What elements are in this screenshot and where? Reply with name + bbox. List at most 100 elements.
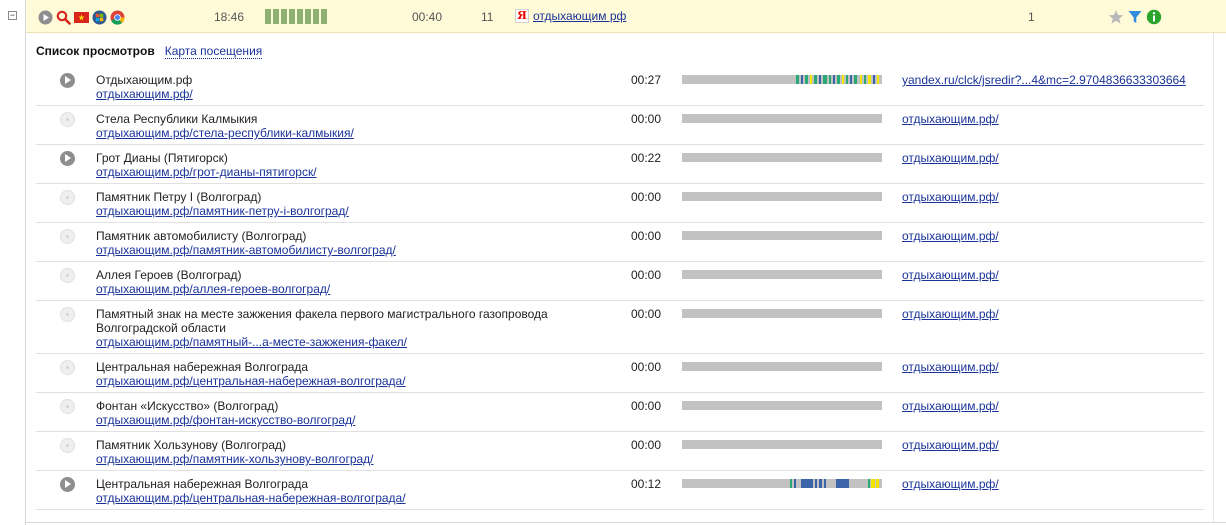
- chrome-icon: [110, 10, 125, 25]
- pageview-referrer-link[interactable]: отдыхающим.рф/: [902, 268, 999, 282]
- pageview-activity-bar: [682, 309, 882, 318]
- activity-bar: [265, 9, 271, 24]
- windows-icon: [92, 10, 107, 25]
- play-icon[interactable]: [60, 151, 75, 166]
- pageview-title: Стела Республики Калмыкия: [96, 112, 258, 126]
- pageview-time: 00:00: [631, 438, 662, 452]
- activity-segment: [846, 75, 848, 84]
- pageview-referrer-link[interactable]: отдыхающим.рф/: [902, 190, 999, 204]
- pageview-title: Фонтан «Искусство» (Волгоград): [96, 399, 279, 413]
- activity-segment: [850, 75, 852, 84]
- pageview-url-link[interactable]: отдыхающим.рф/грот-дианы-пятигорск/: [96, 165, 317, 179]
- pageview-title: Центральная набережная Волгограда: [96, 360, 309, 374]
- activity-segment: [823, 75, 827, 84]
- visit-source-link[interactable]: отдыхающим рф: [533, 9, 626, 23]
- pageview-activity-bar: [682, 440, 882, 449]
- pageview-row: Центральная набережная Волгограда отдыхаю…: [36, 354, 1204, 393]
- info-icon[interactable]: [1146, 9, 1162, 25]
- visit-source: Я отдыхающим рф: [515, 9, 626, 23]
- pageview-row: Аллея Героев (Волгоград) отдыхающим.рф/ал…: [36, 262, 1204, 301]
- pageview-referrer-link[interactable]: отдыхающим.рф/: [902, 477, 999, 491]
- pageview-title: Отдыхающим.рф: [96, 73, 193, 87]
- pageview-time: 00:00: [631, 229, 662, 243]
- pageview-url-link[interactable]: отдыхающим.рф/аллея-героев-волгоград/: [96, 282, 330, 296]
- collapse-toggle[interactable]: −: [8, 11, 17, 20]
- pageview-activity-bar: [682, 270, 882, 279]
- activity-segment: [860, 75, 862, 84]
- activity-segment: [796, 75, 799, 84]
- pageview-time: 00:00: [631, 112, 662, 126]
- pageview-referrer-link[interactable]: отдыхающим.рф/: [902, 360, 999, 374]
- content-edge: [1213, 33, 1214, 522]
- pageview-url-link[interactable]: отдыхающим.рф/фонтан-искусство-волгоград…: [96, 413, 355, 427]
- activity-bar: [305, 9, 311, 24]
- pageview-time: 00:00: [631, 268, 662, 282]
- tab-visit-map[interactable]: Карта посещения: [164, 44, 263, 59]
- activity-segment: [868, 479, 870, 488]
- visit-header[interactable]: 18:46 00:40 11 Я отдыхающим рф 1: [26, 0, 1226, 33]
- pageview-url-link[interactable]: отдыхающим.рф/памятный-...а-месте-зажжен…: [96, 335, 407, 349]
- pageview-url-link[interactable]: отдыхающим.рф/центральная-набережная-вол…: [96, 491, 406, 505]
- activity-segment: [873, 75, 875, 84]
- activity-segment: [876, 479, 879, 488]
- pageview-title: Грот Дианы (Пятигорск): [96, 151, 228, 165]
- filter-icon[interactable]: [1127, 9, 1143, 25]
- pageview-referrer-link[interactable]: отдыхающим.рф/: [902, 438, 999, 452]
- visit-activity-bars: [265, 9, 327, 24]
- activity-bar: [273, 9, 279, 24]
- pageview-activity-bar: [682, 479, 882, 488]
- pageview-title: Аллея Героев (Волгоград): [96, 268, 242, 282]
- activity-segment: [871, 479, 875, 488]
- vietnam-flag-icon: [74, 12, 89, 23]
- play-disabled-icon: [60, 112, 75, 127]
- pageview-row: Стела Республики Калмыкия отдыхающим.рф/с…: [36, 106, 1204, 145]
- pageview-title: Центральная набережная Волгограда: [96, 477, 309, 491]
- activity-segment: [794, 479, 796, 488]
- pageview-url-link[interactable]: отдыхающим.рф/центральная-набережная-вол…: [96, 374, 406, 388]
- search-icon: [56, 10, 71, 25]
- visit-count: 1: [1028, 10, 1035, 24]
- play-icon[interactable]: [60, 73, 75, 88]
- pageview-time: 00:00: [631, 360, 662, 374]
- play-icon[interactable]: [38, 10, 53, 25]
- visit-duration: 00:40: [412, 10, 443, 24]
- pageview-time: 00:00: [631, 190, 662, 204]
- pageview-row: Отдыхающим.рф отдыхающим.рф/00:27 yandex.r…: [36, 67, 1204, 106]
- pageview-time: 00:27: [631, 73, 662, 87]
- activity-segment: [833, 75, 835, 84]
- pageview-referrer-link[interactable]: отдыхающим.рф/: [902, 229, 999, 243]
- activity-segment: [819, 479, 822, 488]
- pageview-row: Фонтан «Искусство» (Волгоград) отдыхающим…: [36, 393, 1204, 432]
- activity-segment: [815, 479, 817, 488]
- bottom-divider: [26, 522, 1226, 523]
- pageview-referrer-link[interactable]: отдыхающим.рф/: [902, 307, 999, 321]
- play-disabled-icon: [60, 360, 75, 375]
- pageview-title: Памятник Петру I (Волгоград): [96, 190, 262, 204]
- pageview-url-link[interactable]: отдыхающим.рф/: [96, 87, 193, 101]
- visit-depth: 11: [481, 10, 494, 24]
- play-disabled-icon: [60, 307, 75, 322]
- pageview-url-link[interactable]: отдыхающим.рф/памятник-петру-i-волгоград…: [96, 204, 349, 218]
- pageview-activity-bar: [682, 153, 882, 162]
- star-icon[interactable]: [1108, 9, 1124, 25]
- pageview-url-link[interactable]: отдыхающим.рф/памятник-автомобилисту-вол…: [96, 243, 396, 257]
- activity-segment: [801, 479, 813, 488]
- pageview-title: Памятный знак на месте зажжения факела п…: [96, 307, 548, 335]
- pageview-row: Памятный знак на месте зажжения факела п…: [36, 301, 1204, 354]
- yandex-icon: Я: [515, 9, 529, 23]
- pageview-referrer-link[interactable]: отдыхающим.рф/: [902, 112, 999, 126]
- pageview-activity-bar: [682, 192, 882, 201]
- activity-segment: [805, 75, 808, 84]
- pageview-referrer-link[interactable]: отдыхающим.рф/: [902, 151, 999, 165]
- play-icon[interactable]: [60, 477, 75, 492]
- pageview-row: Памятник Петру I (Волгоград) отдыхающим.р…: [36, 184, 1204, 223]
- pageview-url-link[interactable]: отдыхающим.рф/стела-республики-калмыкия/: [96, 126, 354, 140]
- pageview-url-link[interactable]: отдыхающим.рф/памятник-хользунову-волгог…: [96, 452, 374, 466]
- activity-segment: [842, 75, 844, 84]
- activity-segment: [836, 479, 849, 488]
- tab-pageviews: Список просмотров: [36, 44, 155, 58]
- play-disabled-icon: [60, 268, 75, 283]
- pageview-referrer-link[interactable]: yandex.ru/clck/jsredir?...4&mc=2.9704836…: [902, 73, 1186, 87]
- pageview-referrer-link[interactable]: отдыхающим.рф/: [902, 399, 999, 413]
- activity-segment: [854, 75, 857, 84]
